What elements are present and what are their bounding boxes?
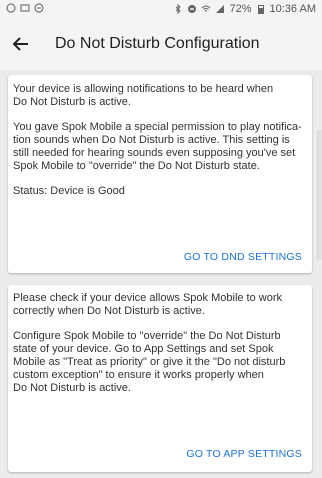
app-config-line-1: Configure Spok Mobile to "override" the … [13, 330, 281, 342]
dnd-status-card: Your device is allowing notifications to… [8, 75, 312, 273]
status-bar-left-icons [6, 3, 44, 13]
signal-icon [216, 5, 225, 13]
dnd-permission-line-1: You gave Spok Mobile a special permissio… [13, 121, 302, 133]
battery-percent: 72% [229, 3, 252, 15]
back-arrow-icon[interactable] [10, 33, 32, 55]
dnd-permission-line-4: Spok Mobile to "override" the Do Not Dis… [13, 160, 260, 172]
dnd-permission-line-3: still needed for hearing sounds even sup… [13, 147, 296, 159]
app-settings-card: Please check if your device allows Spok … [8, 285, 312, 472]
battery-icon [257, 5, 264, 14]
app-config-line-3: Mobile as "Treat as priority" or give it… [13, 356, 286, 368]
minus-circle-icon [34, 3, 44, 13]
bluetooth-icon [176, 4, 182, 14]
app-bar: Do Not Disturb Configuration [0, 20, 322, 70]
app-config-line-2: state of your device. Go to App Settings… [13, 343, 274, 355]
dnd-permission-line-2: tion sounds when Do Not Disturb is activ… [13, 134, 290, 146]
app-intro-line-1: Please check if your device allows Spok … [13, 292, 283, 304]
dnd-intro-line-2: Do Not Disturb is active. [13, 96, 131, 108]
status-time: 10:36 AM [269, 3, 316, 15]
go-to-dnd-settings-button[interactable]: GO TO DND SETTINGS [184, 251, 302, 264]
image-icon [20, 4, 30, 12]
side-panel-edge [317, 130, 322, 260]
status-bar: 72% 10:36 AM [0, 0, 322, 20]
dnd-status-text: Status: Device is Good [13, 185, 125, 197]
app-intro-line-2: correctly when Do Not Disturb is active. [13, 305, 205, 317]
page-title: Do Not Disturb Configuration [55, 35, 260, 52]
sync-icon [6, 3, 16, 13]
status-bar-right: 72% 10:36 AM [173, 3, 316, 15]
app-config-line-5: Do Not Disturb is active. [13, 382, 131, 394]
go-to-app-settings-button[interactable]: GO TO APP SETTINGS [186, 448, 302, 461]
dnd-intro-line-1: Your device is allowing notifications to… [13, 83, 274, 95]
wifi-icon [202, 5, 211, 12]
dnd-icon [188, 5, 197, 13]
app-config-line-4: custom exception" to ensure it works pro… [13, 369, 264, 381]
